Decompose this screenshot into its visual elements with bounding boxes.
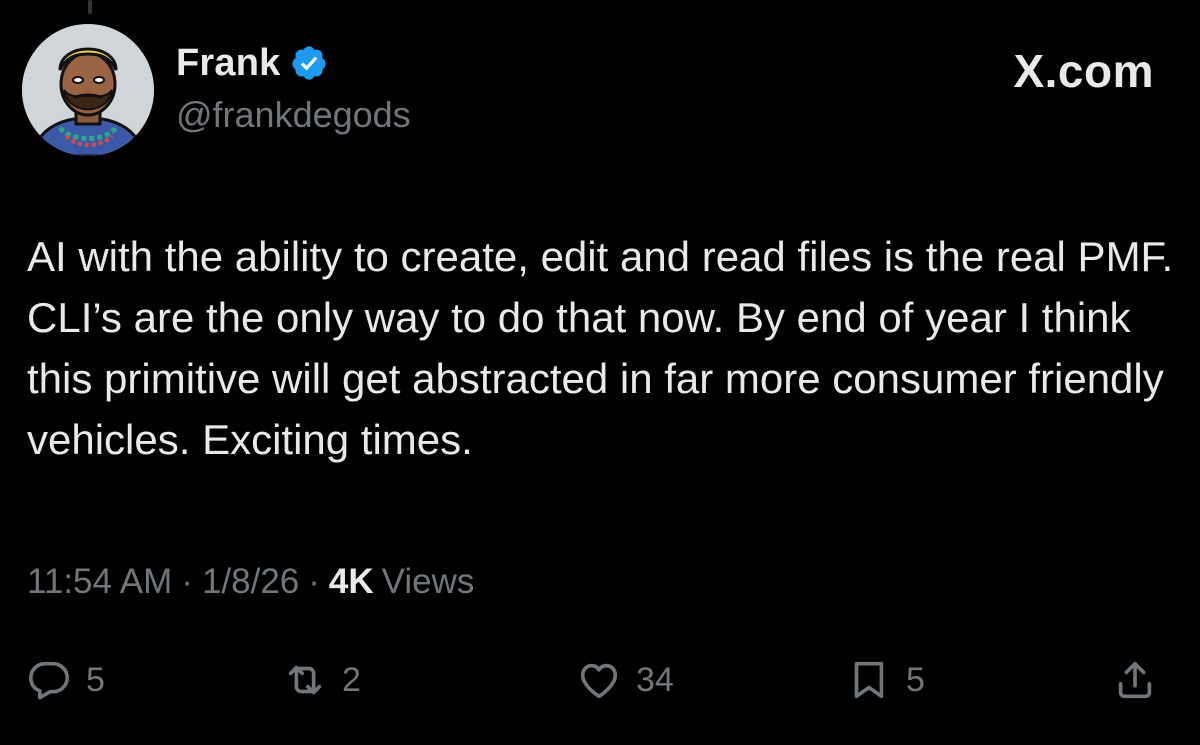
brand-logo: X.com <box>1013 45 1154 97</box>
bookmark-button[interactable]: 5 <box>846 650 925 710</box>
like-count: 34 <box>636 660 674 699</box>
views-label: Views <box>381 562 475 601</box>
repost-button[interactable]: 2 <box>282 650 361 710</box>
tweet-meta: 11:54 AM · 1/8/26 · 4K Views <box>27 562 474 602</box>
thread-connector-line <box>88 0 92 14</box>
reply-button[interactable]: 5 <box>26 650 105 710</box>
repost-count: 2 <box>342 660 361 699</box>
tweet-actions-bar: 5 2 34 5 <box>0 650 1200 710</box>
share-icon <box>1112 657 1158 703</box>
meta-separator: · <box>308 562 320 601</box>
repost-icon <box>282 657 328 703</box>
heart-icon <box>576 657 622 703</box>
author-name-row[interactable]: Frank <box>176 40 328 86</box>
tweet-text: AI with the ability to create, edit and … <box>27 233 1185 463</box>
author-handle[interactable]: @frankdegods <box>176 94 411 136</box>
display-name[interactable]: Frank <box>176 42 280 85</box>
share-button[interactable] <box>1112 650 1158 710</box>
like-button[interactable]: 34 <box>576 650 674 710</box>
avatar[interactable] <box>22 24 154 156</box>
tweet-time[interactable]: 11:54 AM <box>27 562 172 602</box>
views-count[interactable]: 4K <box>329 562 374 602</box>
meta-separator: · <box>181 562 193 601</box>
bookmark-count: 5 <box>906 660 925 699</box>
tweet-date[interactable]: 1/8/26 <box>202 562 299 602</box>
bookmark-icon <box>846 657 892 703</box>
verified-badge-icon <box>290 44 328 82</box>
reply-icon <box>26 657 72 703</box>
reply-count: 5 <box>86 660 105 699</box>
tweet-screenshot: Frank @frankdegods X.com AI with the abi… <box>0 0 1200 745</box>
cartoon-avatar-icon <box>22 24 154 156</box>
